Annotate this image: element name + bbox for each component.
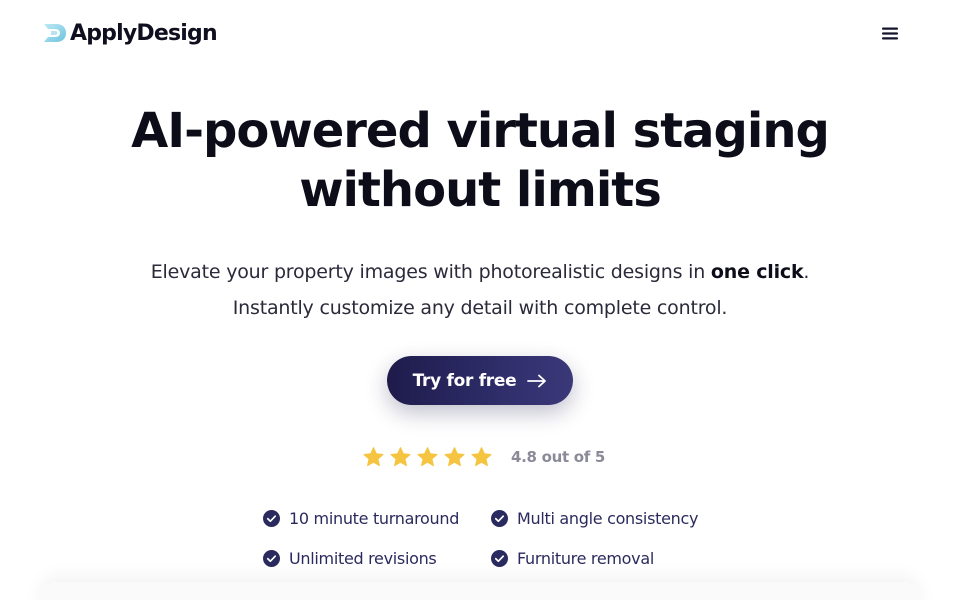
check-circle-icon: [263, 509, 280, 527]
hero-subtitle: Elevate your property images with photor…: [0, 254, 960, 326]
star-icon: [390, 446, 411, 466]
feature-item: Furniture removal: [491, 547, 654, 569]
menu-button[interactable]: [876, 21, 904, 45]
hero-subtitle-line2: Instantly customize any detail with comp…: [232, 297, 728, 319]
feature-label: Unlimited revisions: [289, 548, 437, 568]
feature-label: 10 minute turnaround: [289, 508, 460, 528]
subtitle-emphasis: one click: [710, 261, 804, 283]
check-circle-icon: [263, 549, 280, 567]
star-rating: [362, 446, 497, 469]
applydesign-logo-icon: [44, 24, 66, 42]
rating: 4.8 out of 5: [362, 445, 605, 469]
check-circle-icon: [491, 549, 508, 567]
hero-title-line2: without limits: [299, 162, 662, 218]
star-icon: [444, 446, 465, 466]
hero-subtitle-line1: Elevate your property images with photor…: [0, 254, 960, 290]
star-icon: [417, 446, 438, 466]
feature-label: Multi angle consistency: [517, 508, 699, 528]
preview-panel: [40, 582, 920, 600]
star-icon: [363, 446, 384, 466]
check-circle-icon: [491, 509, 508, 527]
try-for-free-button[interactable]: Try for free: [387, 356, 573, 405]
cta-label: Try for free: [412, 370, 517, 391]
subtitle-text: Elevate your property images with photor…: [150, 261, 711, 283]
page: ApplyDesign AI-powered virtual staging w…: [0, 0, 960, 600]
star-icon: [471, 446, 492, 466]
feature-item: Multi angle consistency: [491, 507, 698, 529]
hero-title-line1: AI-powered virtual staging: [131, 103, 830, 159]
hero-title: AI-powered virtual staging without limit…: [100, 102, 860, 220]
feature-label: Furniture removal: [517, 548, 654, 568]
rating-text: 4.8 out of 5: [511, 448, 606, 466]
logo-text: ApplyDesign: [70, 20, 218, 46]
arrow-right-icon: [527, 374, 547, 387]
logo-link[interactable]: ApplyDesign: [42, 18, 218, 48]
subtitle-period: .: [803, 261, 810, 283]
hamburger-menu-icon: [882, 27, 898, 39]
feature-item: Unlimited revisions: [263, 547, 437, 569]
header: ApplyDesign: [0, 0, 960, 66]
feature-item: 10 minute turnaround: [263, 507, 459, 529]
